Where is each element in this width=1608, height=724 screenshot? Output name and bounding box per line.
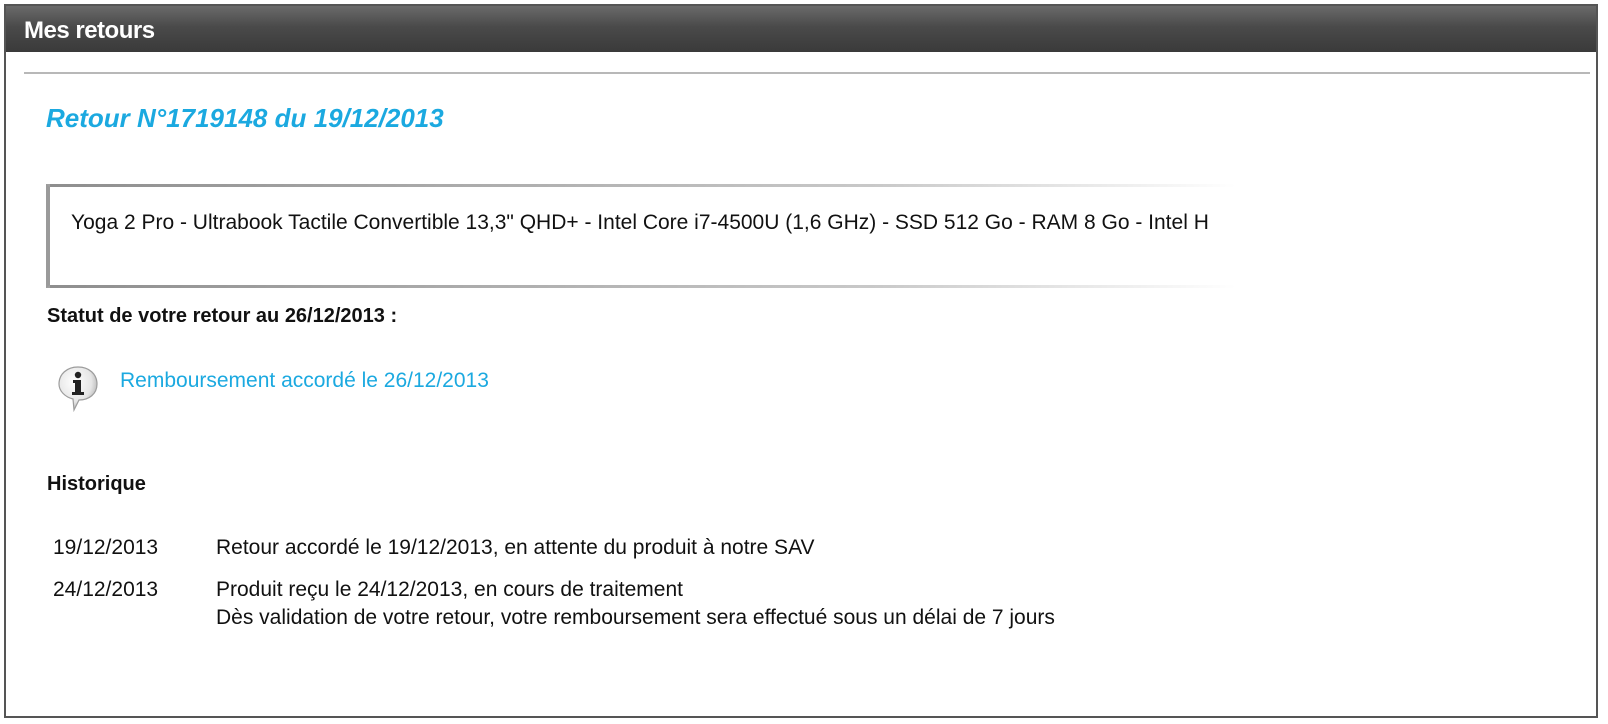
history-description: Dès validation de votre retour, votre re… <box>216 606 1055 629</box>
header-divider <box>24 72 1590 74</box>
product-box: Yoga 2 Pro - Ultrabook Tactile Convertib… <box>46 184 1236 288</box>
product-description: Yoga 2 Pro - Ultrabook Tactile Convertib… <box>71 211 1209 234</box>
status-text: Remboursement accordé le 26/12/2013 <box>120 369 489 392</box>
status-heading: Statut de votre retour au 26/12/2013 : <box>47 305 398 327</box>
info-icon <box>56 364 100 413</box>
history-heading: Historique <box>47 473 146 495</box>
return-title: Retour N°1719148 du 19/12/2013 <box>46 103 444 133</box>
panel-header: Mes retours <box>6 6 1596 52</box>
returns-panel: Mes retours Retour N°1719148 du 19/12/20… <box>4 4 1598 718</box>
history-date: 19/12/2013 <box>53 536 159 559</box>
history-description: Retour accordé le 19/12/2013, en attente… <box>216 536 815 559</box>
history-description: Produit reçu le 24/12/2013, en cours de … <box>216 578 683 601</box>
panel-title: Mes retours <box>24 17 155 44</box>
history-date: 24/12/2013 <box>53 578 159 601</box>
